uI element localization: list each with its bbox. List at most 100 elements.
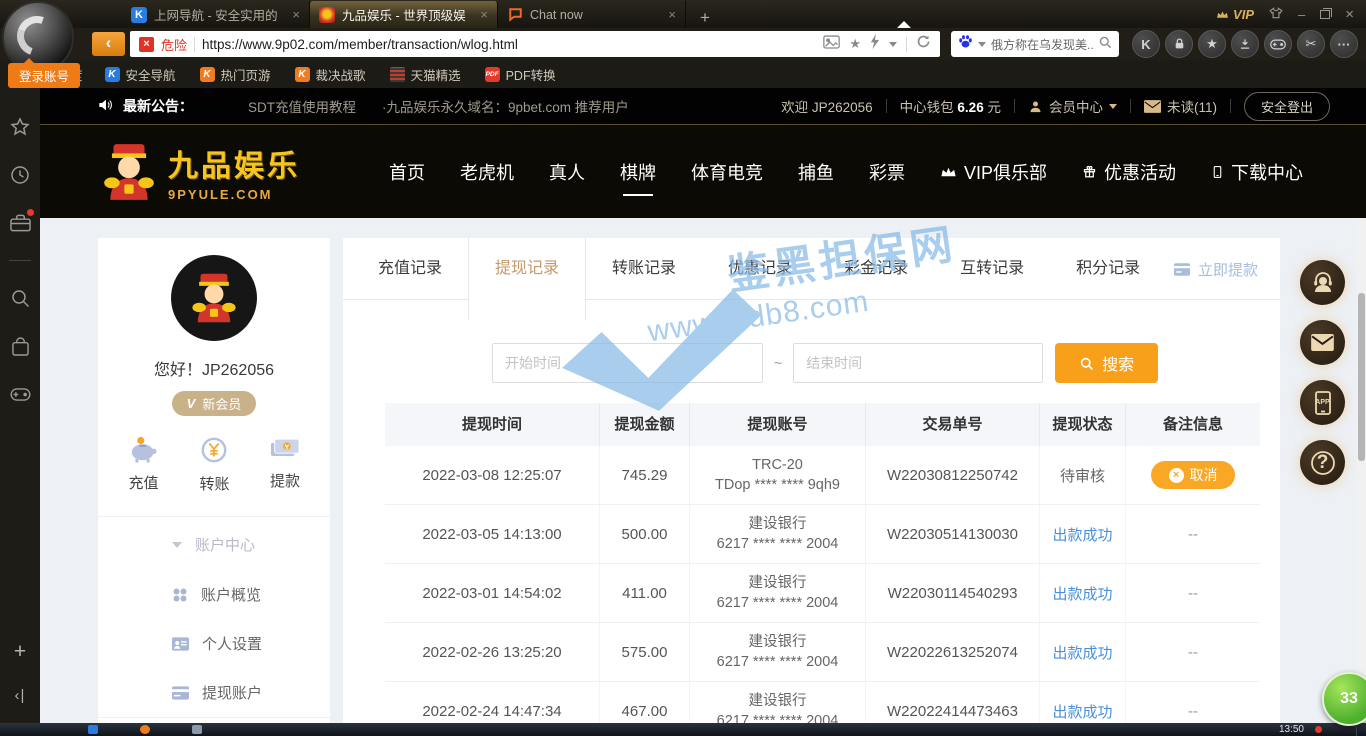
menu-withdraw-accounts[interactable]: 提现账户 [98,668,330,717]
tab-points-records[interactable]: 积分记录 [1050,238,1166,300]
avatar[interactable] [171,255,257,341]
tab-9pyule-active[interactable]: 九品娱乐 - 世界顶级娱 × [310,1,498,28]
tab-close-icon[interactable]: × [292,7,300,22]
start-date-input[interactable] [492,343,763,383]
refresh-icon[interactable] [916,34,931,54]
transfer-yuan-icon [200,436,228,464]
games-button[interactable] [1264,30,1292,58]
bookmark-tmall[interactable]: 天猫精选 [390,65,461,84]
menu-section-account[interactable]: 账户中心 [98,517,330,570]
transfer-button[interactable]: 转账 [199,436,229,494]
browser-search-box[interactable]: 俄方称在乌发现美... [951,31,1119,57]
end-date-input[interactable] [793,343,1043,383]
bookmark-safe-nav[interactable]: K安全导航 [105,65,176,84]
status-success[interactable]: 出款成功 [1040,623,1126,681]
nav-sports[interactable]: 体育电竞 [691,159,763,185]
downloads-button[interactable] [1231,30,1259,58]
announcement-item[interactable]: SDT充值使用教程 [248,96,356,116]
nav-home[interactable]: 首页 [389,159,425,185]
tab-transfer-records[interactable]: 转账记录 [586,238,702,300]
search-button[interactable]: 搜索 [1055,343,1158,383]
sidebar-collapse-button[interactable]: ‹| [15,687,26,704]
tab-chat-now[interactable]: Chat now × [498,1,686,28]
help-button[interactable]: ? [1300,440,1345,485]
status-success[interactable]: 出款成功 [1040,564,1126,622]
url-text[interactable]: https://www.9p02.com/member/transaction/… [202,37,816,52]
favorites-button[interactable]: ★ [1198,30,1226,58]
gamepad-icon[interactable] [9,383,31,405]
tab-promo-records[interactable]: 优惠记录 [702,238,818,300]
taskbar-app-icon[interactable] [140,725,150,734]
favorites-star-icon[interactable] [9,116,31,138]
cancel-button[interactable]: ×取消 [1151,461,1235,489]
menu-personal-settings[interactable]: 个人设置 [98,619,330,668]
security-lock-button[interactable] [1165,30,1193,58]
briefcase-icon[interactable] [9,212,31,234]
wallet-balance[interactable]: 中心钱包 6.26 元 [900,96,1001,116]
messages-button[interactable] [1300,320,1345,365]
history-clock-icon[interactable] [9,164,31,186]
nav-lottery[interactable]: 彩票 [869,159,905,185]
restore-button[interactable] [1320,10,1330,19]
nav-chess[interactable]: 棋牌 [620,159,656,185]
login-account-tag[interactable]: 登录账号 [8,63,80,88]
withdraw-now-link[interactable]: 立即提款 [1174,238,1258,300]
scrollbar-track[interactable] [1357,218,1366,723]
member-center-menu[interactable]: 会员中心 [1028,96,1117,116]
announcement-item[interactable]: ·九品娱乐永久域名：9pbet.com 推荐用户 [382,96,629,116]
customer-service-button[interactable] [1300,260,1345,305]
windows-taskbar[interactable]: 13:50 [0,723,1366,736]
skin-icon[interactable] [1269,7,1283,22]
sidebar-add-button[interactable]: + [14,640,26,664]
withdraw-button[interactable]: 提款 [270,436,300,494]
screenshot-scissors-button[interactable]: ✂ [1297,30,1325,58]
shopping-bag-icon[interactable] [9,335,31,357]
more-menu-button[interactable]: ··· [1330,30,1358,58]
close-button[interactable]: × [1345,6,1354,23]
taskbar-app-icon[interactable] [192,725,202,734]
tab-navigation-home[interactable]: K 上网导航 - 安全实用的 × [122,1,310,28]
tab-bonus-records[interactable]: 彩金记录 [818,238,934,300]
chevron-down-icon[interactable] [978,42,986,47]
site-logo[interactable]: 九品娱乐 9PYULE.COM [98,141,334,203]
unread-messages[interactable]: 未读(11) [1144,96,1217,116]
tab-mutual-records[interactable]: 互转记录 [934,238,1050,300]
app-download-button[interactable]: APP [1300,380,1345,425]
nav-vip-club[interactable]: VIP俱乐部 [940,159,1047,185]
tab-deposit-records[interactable]: 充值记录 [352,238,468,300]
extension-bolt-icon[interactable] [870,34,880,54]
nav-fishing[interactable]: 捕鱼 [798,159,834,185]
tab-withdraw-records[interactable]: 提现记录 [468,238,586,320]
k-home-button[interactable]: K [1132,30,1160,58]
tab-close-icon[interactable]: × [480,7,488,22]
bookmark-hot-games[interactable]: K热门页游 [200,65,271,84]
bookmark-pdf[interactable]: PDFPDF转换 [485,65,556,84]
tab-close-icon[interactable]: × [668,7,676,22]
minimize-button[interactable]: – [1298,7,1305,22]
taskbar-app-icons[interactable] [88,725,202,734]
bookmark-caijue[interactable]: K裁决战歌 [295,65,366,84]
new-tab-button[interactable]: + [686,8,724,28]
search-suggestion-text[interactable]: 俄方称在乌发现美... [991,36,1093,53]
status-success[interactable]: 出款成功 [1040,505,1126,563]
menu-account-overview[interactable]: 账户概览 [98,570,330,619]
url-field[interactable]: × 危险 https://www.9p02.com/member/transac… [130,31,940,57]
vip-button[interactable]: VIP [1216,7,1254,22]
nav-promotions[interactable]: 优惠活动 [1082,159,1176,185]
bookmark-add-icon[interactable]: ★ [849,36,861,52]
nav-live[interactable]: 真人 [549,159,585,185]
nav-download-center[interactable]: 下载中心 [1211,159,1303,185]
taskbar-app-icon[interactable] [88,725,98,734]
search-icon[interactable] [1098,35,1112,54]
search-icon[interactable] [9,287,31,309]
back-button[interactable]: ‹ [92,32,125,56]
piggy-bank-icon [128,436,159,463]
scrollbar-thumb[interactable] [1358,293,1365,461]
deposit-button[interactable]: 充值 [128,436,159,494]
screenshot-icon[interactable] [823,35,840,54]
show-desktop-button[interactable] [1356,723,1366,736]
logout-button[interactable]: 安全登出 [1244,92,1330,121]
taskbar-notification-dot[interactable] [1315,726,1322,733]
chevron-down-icon[interactable] [889,42,897,47]
nav-slots[interactable]: 老虎机 [460,159,514,185]
